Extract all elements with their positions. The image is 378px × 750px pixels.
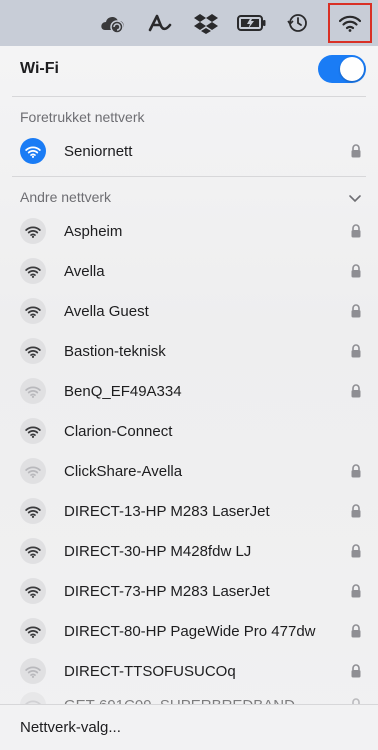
network-name: DIRECT-TTSOFUSUCOq: [64, 662, 236, 680]
time-machine-icon[interactable]: [280, 8, 316, 38]
lock-icon: [350, 663, 362, 679]
network-name: Bastion-teknisk: [64, 342, 166, 360]
creative-cloud-icon[interactable]: [96, 8, 132, 38]
network-name: Seniornett: [64, 142, 133, 160]
wifi-signal-icon: [20, 538, 46, 564]
network-settings-link[interactable]: Nettverk-valg...: [20, 719, 121, 736]
divider: [12, 176, 366, 177]
preferred-section-label: Foretrukket nettverk: [20, 109, 145, 125]
network-row[interactable]: Aspheim: [0, 211, 378, 251]
network-settings-footer[interactable]: Nettverk-valg...: [0, 704, 378, 750]
wifi-signal-icon: [20, 338, 46, 364]
wifi-icon[interactable]: [328, 3, 372, 43]
divider: [12, 96, 366, 97]
network-name: Avella Guest: [64, 302, 149, 320]
network-row[interactable]: Avella: [0, 251, 378, 291]
lock-icon: [350, 223, 362, 239]
lock-icon: [350, 303, 362, 319]
network-name: DIRECT-73-HP M283 LaserJet: [64, 582, 270, 600]
network-row[interactable]: Clarion-Connect: [0, 411, 378, 451]
lock-icon: [350, 543, 362, 559]
network-name: DIRECT-80-HP PageWide Pro 477dw: [64, 622, 316, 640]
lock-icon: [350, 583, 362, 599]
other-section-label: Andre nettverk: [20, 189, 112, 205]
wifi-signal-icon: [20, 618, 46, 644]
network-row[interactable]: DIRECT-30-HP M428fdw LJ: [0, 531, 378, 571]
network-row[interactable]: DIRECT-80-HP PageWide Pro 477dw: [0, 611, 378, 651]
lock-icon: [350, 343, 362, 359]
wifi-signal-icon: [20, 458, 46, 484]
network-row[interactable]: Bastion-teknisk: [0, 331, 378, 371]
network-row[interactable]: DIRECT-73-HP M283 LaserJet: [0, 571, 378, 611]
network-name: Aspheim: [64, 222, 123, 240]
wifi-signal-icon: [20, 298, 46, 324]
lock-icon: [350, 503, 362, 519]
wifi-signal-icon: [20, 578, 46, 604]
wifi-signal-icon: [20, 258, 46, 284]
chevron-down-icon[interactable]: [348, 192, 362, 206]
network-name: Avella: [64, 262, 105, 280]
network-name: DIRECT-13-HP M283 LaserJet: [64, 502, 270, 520]
network-name: DIRECT-30-HP M428fdw LJ: [64, 542, 252, 560]
wifi-signal-icon: [20, 498, 46, 524]
network-row[interactable]: Avella Guest: [0, 291, 378, 331]
lock-icon: [350, 383, 362, 399]
lock-icon: [350, 463, 362, 479]
lock-icon: [350, 623, 362, 639]
wifi-signal-icon: [20, 378, 46, 404]
toggle-knob: [340, 57, 364, 81]
lock-icon: [350, 143, 362, 159]
network-row[interactable]: DIRECT-13-HP M283 LaserJet: [0, 491, 378, 531]
wifi-signal-icon: [20, 138, 46, 164]
network-row[interactable]: BenQ_EF49A334: [0, 371, 378, 411]
wifi-signal-icon: [20, 218, 46, 244]
network-name: Clarion-Connect: [64, 422, 173, 440]
network-row[interactable]: Seniornett: [0, 131, 378, 171]
network-name: BenQ_EF49A334: [64, 382, 182, 400]
network-name: ClickShare-Avella: [64, 462, 183, 480]
wifi-toggle[interactable]: [318, 55, 366, 83]
dropbox-icon[interactable]: [188, 8, 224, 38]
network-row[interactable]: ClickShare-Avella: [0, 451, 378, 491]
wifi-menu-panel: Wi-Fi Foretrukket nettverk Andre nettver…: [0, 46, 378, 750]
script-icon[interactable]: [142, 8, 178, 38]
lock-icon: [350, 263, 362, 279]
wifi-signal-icon: [20, 418, 46, 444]
battery-icon[interactable]: [234, 8, 270, 38]
wifi-signal-icon: [20, 658, 46, 684]
wifi-header: Wi-Fi: [0, 46, 378, 92]
wifi-title: Wi-Fi: [20, 60, 59, 77]
menu-bar: [0, 0, 378, 46]
